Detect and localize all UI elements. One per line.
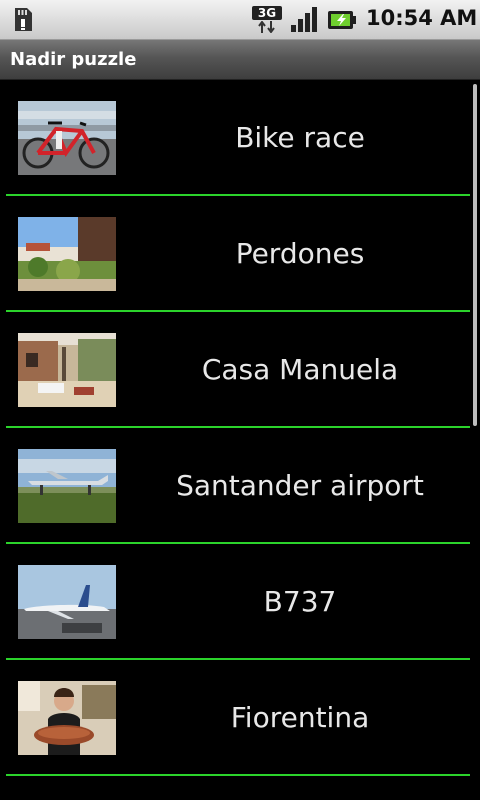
fiorentina-thumbnail xyxy=(18,681,116,755)
list-item-label: Perdones xyxy=(235,237,365,270)
list-item-label: Bike race xyxy=(235,121,365,154)
list-divider xyxy=(6,774,470,776)
battery-icon xyxy=(328,11,356,29)
list-item-label: B737 xyxy=(263,585,337,618)
perdones-thumbnail xyxy=(18,217,116,291)
clock: 10:54 AM xyxy=(366,6,478,30)
list-item[interactable]: Fiorentina xyxy=(0,660,470,776)
sd-card-icon xyxy=(15,8,32,31)
list-item[interactable]: Bike race xyxy=(0,80,470,196)
bike-race-thumbnail xyxy=(18,101,116,175)
list-item[interactable]: B737 xyxy=(0,544,470,660)
app-title: Nadir puzzle xyxy=(10,49,137,70)
status-bar: 3G 10:54 AM xyxy=(0,0,480,40)
network-label: 3G xyxy=(252,6,282,20)
list-item-label: Fiorentina xyxy=(230,701,370,734)
signal-icon xyxy=(291,7,317,32)
scrollbar[interactable] xyxy=(473,84,477,426)
b737-thumbnail xyxy=(18,565,116,639)
list-item-label: Casa Manuela xyxy=(201,353,399,386)
title-bar: Nadir puzzle xyxy=(0,40,480,80)
list-item[interactable]: Perdones xyxy=(0,196,470,312)
list-item[interactable]: Santander airport xyxy=(0,428,470,544)
list-item[interactable]: Casa Manuela xyxy=(0,312,470,428)
list-item-label: Santander airport xyxy=(176,469,424,502)
puzzle-list[interactable]: Bike race Perdones Casa Manuela Santande… xyxy=(0,80,480,800)
santander-airport-thumbnail xyxy=(18,449,116,523)
casa-manuela-thumbnail xyxy=(18,333,116,407)
network-3g-icon: 3G xyxy=(252,6,282,34)
